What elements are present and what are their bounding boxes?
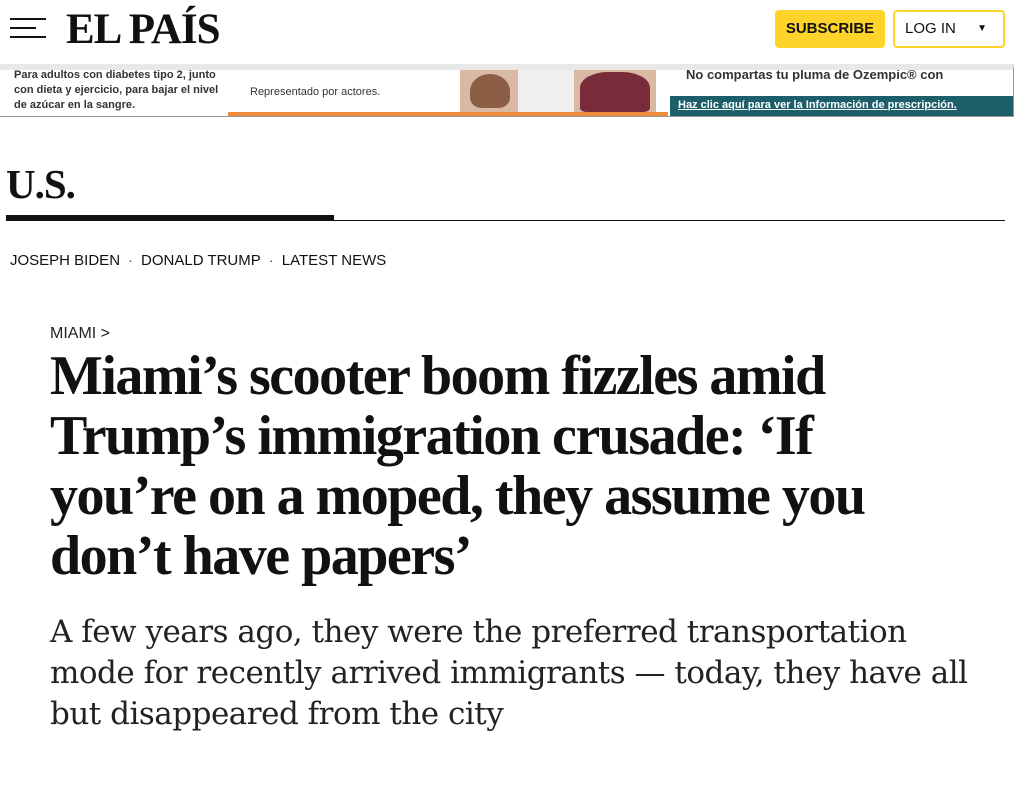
ad-accent-bar (228, 112, 668, 116)
ad-right: No compartas tu pluma de Ozempic® con Ha… (668, 67, 1013, 116)
subnav-separator: · (268, 252, 274, 269)
ad-photo (460, 70, 656, 112)
subnav-separator: · (128, 252, 134, 269)
ad-left-text: Para adultos con diabetes tipo 2, junto … (14, 69, 219, 111)
login-button[interactable]: LOG IN ▼ (893, 10, 1005, 48)
subnav-item-joseph-biden[interactable]: JOSEPH BIDEN (10, 252, 120, 269)
subnav-item-donald-trump[interactable]: DONALD TRUMP (141, 252, 261, 269)
site-header: EL PAÍS SUBSCRIBE LOG IN ▼ (0, 0, 1024, 60)
chevron-down-icon: ▼ (977, 23, 987, 34)
section-divider-accent (6, 215, 334, 221)
ad-prescription-link[interactable]: Haz clic aquí para ver la Información de… (678, 99, 957, 111)
article-deck: A few years ago, they were the preferred… (50, 614, 968, 732)
subscribe-button[interactable]: SUBSCRIBE (775, 10, 885, 48)
login-label: LOG IN (905, 20, 956, 37)
ad-warning: No compartas tu pluma de Ozempic® con (686, 67, 944, 82)
section-title[interactable]: U.S. (6, 160, 76, 208)
site-logo[interactable]: EL PAÍS (66, 6, 221, 54)
ad-banner[interactable]: Para adultos con diabetes tipo 2, junto … (0, 64, 1014, 117)
ad-disclaimer: Representado por actores. (250, 86, 381, 98)
ad-link-bar[interactable]: Haz clic aquí para ver la Información de… (670, 96, 1013, 116)
subnav-item-latest-news[interactable]: LATEST NEWS (282, 252, 386, 269)
subnav: JOSEPH BIDEN · DONALD TRUMP · LATEST NEWS (10, 252, 386, 269)
article-headline: Miami’s scooter boom fizzles amid Trump’… (50, 345, 866, 587)
menu-icon[interactable] (10, 18, 46, 40)
ad-middle: Representado por actores. (228, 70, 668, 116)
article-kicker[interactable]: MIAMI > (50, 325, 110, 343)
